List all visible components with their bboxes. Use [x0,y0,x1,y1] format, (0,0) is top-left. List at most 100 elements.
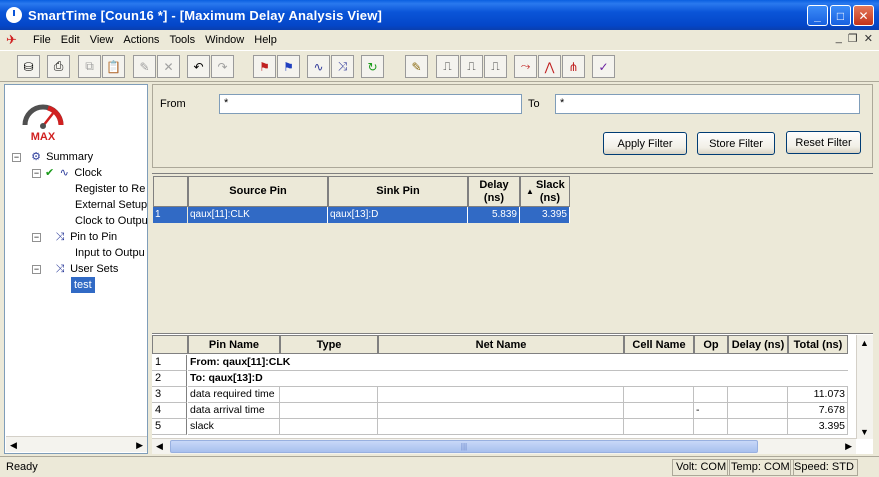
col-slack[interactable]: ▲ Slack (ns) [520,176,570,207]
cell-total-ns[interactable]: 7.678 [788,403,848,419]
tree-item-pin-to-pin[interactable]: ⤨ Pin to Pin [53,229,118,245]
cell-pin-name[interactable]: data required time [188,387,280,403]
constraint-icon[interactable]: ✎ [405,55,428,78]
open-db-icon[interactable]: ⛁ [17,55,40,78]
cell-pin-name[interactable]: slack [188,419,280,435]
scroll-down-icon[interactable]: ▼ [860,427,869,437]
menu-window[interactable]: Window [200,34,249,46]
document-menu-icon[interactable]: ✈ [6,32,24,47]
apply-filter-button[interactable]: Apply Filter [603,132,687,155]
cell-cell-name[interactable] [624,419,694,435]
delete-icon[interactable]: ✕ [157,55,180,78]
tree-item-clock[interactable]: ✔ ∿ Clock [45,165,102,181]
cell-total-ns[interactable]: 11.073 [788,387,848,403]
cell-type[interactable] [280,387,378,403]
clock-expander[interactable]: − [32,169,41,178]
col-delay-ns[interactable]: Delay (ns) [728,335,788,354]
menu-help[interactable]: Help [249,34,282,46]
hold-icon[interactable]: ⎍ [484,55,507,78]
cell-cell-name[interactable] [624,387,694,403]
clock-icon[interactable]: ∿ [307,55,330,78]
menu-view[interactable]: View [85,34,119,46]
tree-item-clock-to-output[interactable]: Clock to Outpu [75,213,147,229]
cell-pin-name[interactable]: To: qaux[13]:D [188,371,848,387]
mdi-close-button[interactable]: ✕ [864,32,873,45]
close-button[interactable]: ✕ [853,5,874,26]
waveform-icon[interactable]: ⎍ [436,55,459,78]
tree-item-external-setup[interactable]: External Setup [75,197,147,213]
cell-net-name[interactable] [378,419,624,435]
menu-file[interactable]: File [28,34,56,46]
col-pin-name[interactable]: Pin Name [188,335,280,354]
smarttime-app-icon[interactable] [6,7,22,23]
redo-icon[interactable]: ↷ [211,55,234,78]
maximize-button[interactable]: □ [830,5,851,26]
menu-tools[interactable]: Tools [164,34,200,46]
cell-source-pin[interactable]: qaux[11]:CLK [188,207,328,223]
tree-item-test[interactable]: test [71,277,95,293]
edit-icon[interactable]: ✎ [133,55,156,78]
scroll-up-icon[interactable]: ▲ [860,338,869,348]
check-icon[interactable]: ✓ [592,55,615,78]
refresh-icon[interactable]: ↻ [361,55,384,78]
menu-actions[interactable]: Actions [118,34,164,46]
cell-cell-name[interactable] [624,403,694,419]
paste-icon[interactable]: 📋 [102,55,125,78]
cell-total-ns[interactable]: 3.395 [788,419,848,435]
cell-delay-ns[interactable] [728,419,788,435]
scroll-right-icon[interactable]: ▶ [845,441,852,452]
to-input[interactable]: * [555,94,860,114]
col-type[interactable]: Type [280,335,378,354]
max-delay-icon[interactable]: ⚑ [253,55,276,78]
store-filter-button[interactable]: Store Filter [697,132,775,155]
false-path-icon[interactable]: ⤳ [514,55,537,78]
cell-pin-name[interactable]: From: qaux[11]:CLK [188,355,848,371]
scroll-left-icon[interactable]: ◀ [10,440,17,451]
multicycle-icon[interactable]: ⋀ [538,55,561,78]
tree-item-input-to-output[interactable]: Input to Outpu [75,245,145,261]
path-icon[interactable]: ⤨ [331,55,354,78]
cell-net-name[interactable] [378,403,624,419]
cell-op[interactable] [694,387,728,403]
tree-item-register-to-register[interactable]: Register to Re [75,181,145,197]
max-path-icon[interactable]: ⋔ [562,55,585,78]
cell-net-name[interactable] [378,387,624,403]
from-input[interactable]: * [219,94,522,114]
cell-op[interactable]: - [694,403,728,419]
tree-item-user-sets[interactable]: ⤨ User Sets [53,261,119,277]
cell-delay-ns[interactable] [728,403,788,419]
minimize-button[interactable]: _ [807,5,828,26]
setup-icon[interactable]: ⎍ [460,55,483,78]
col-delay[interactable]: Delay (ns) [468,176,520,207]
pin-to-pin-expander[interactable]: − [32,233,41,242]
tree-item-summary[interactable]: ⚙ Summary [29,149,93,165]
cell-sink-pin[interactable]: qaux[13]:D [328,207,468,223]
col-sink-pin[interactable]: Sink Pin [328,176,468,207]
copy-icon[interactable]: ⧉ [78,55,101,78]
scroll-right-icon[interactable]: ▶ [136,440,143,451]
col-op[interactable]: Op [694,335,728,354]
scrollbar-thumb[interactable]: ||| [170,440,758,453]
mdi-restore-button[interactable]: ❐ [848,32,858,45]
summary-expander[interactable]: − [12,153,21,162]
menu-edit[interactable]: Edit [56,34,85,46]
cell-type[interactable] [280,403,378,419]
mdi-minimize-button[interactable]: _ [836,32,842,45]
cell-delay-ns[interactable] [728,387,788,403]
col-cell-name[interactable]: Cell Name [624,335,694,354]
cell-pin-name[interactable]: data arrival time [188,403,280,419]
col-source-pin[interactable]: Source Pin [188,176,328,207]
scroll-left-icon[interactable]: ◀ [156,441,163,452]
min-delay-icon[interactable]: ⚑ [277,55,300,78]
undo-icon[interactable]: ↶ [187,55,210,78]
cell-type[interactable] [280,419,378,435]
col-total-ns[interactable]: Total (ns) [788,335,848,354]
cell-delay[interactable]: 5.839 [468,207,520,223]
cell-slack[interactable]: 3.395 [520,207,570,223]
reset-filter-button[interactable]: Reset Filter [786,131,861,154]
sidebar-horizontal-scrollbar[interactable]: ◀ ▶ [6,436,147,452]
print-icon[interactable]: ⎙ [47,55,70,78]
details-horizontal-scrollbar[interactable]: ◀ ||| ▶ [152,438,856,454]
col-net-name[interactable]: Net Name [378,335,624,354]
details-vertical-scrollbar[interactable]: ▲ ▼ [856,335,873,439]
